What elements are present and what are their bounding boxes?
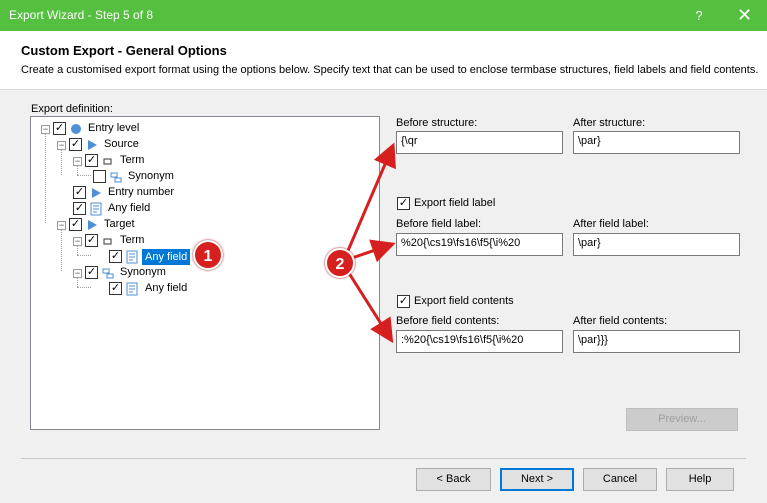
checkbox[interactable]: ✓ <box>53 122 66 135</box>
export-field-label-checkbox[interactable]: ✓ Export field label <box>397 197 557 211</box>
triangle-icon <box>85 138 99 152</box>
checkbox[interactable]: ✓ <box>397 295 410 308</box>
export-definition-label: Export definition: <box>31 103 113 115</box>
title-bar: Export Wizard - Step 5 of 8 ? ✕ <box>0 0 767 31</box>
checkbox[interactable]: ✓ <box>85 154 98 167</box>
checkbox[interactable]: ✓ <box>85 234 98 247</box>
close-icon[interactable]: ✕ <box>722 0 767 31</box>
before-structure-input[interactable]: {\qr <box>396 131 563 154</box>
after-field-label-input[interactable]: \par} <box>573 233 740 256</box>
annotation-badge-2: 2 <box>325 248 355 278</box>
export-field-contents-checkbox[interactable]: ✓ Export field contents <box>397 295 557 309</box>
checkbox[interactable]: ✓ <box>109 250 122 263</box>
tree-item-label: Target <box>104 218 135 230</box>
tree-item-label: Synonym <box>120 266 166 278</box>
term-icon <box>101 234 115 248</box>
checkbox[interactable]: ✓ <box>69 138 82 151</box>
footer-separator <box>21 458 746 459</box>
collapse-icon[interactable]: − <box>41 125 50 134</box>
checkbox[interactable] <box>93 170 106 183</box>
back-button[interactable]: < Back <box>416 468 491 491</box>
after-field-contents-label: After field contents: <box>573 315 668 327</box>
tree-item-entry-number[interactable]: ✓ Entry number <box>31 185 231 201</box>
tree-item-label-selected: Any field <box>142 249 191 265</box>
collapse-icon[interactable]: − <box>73 237 82 246</box>
field-icon <box>125 282 139 296</box>
before-field-contents-label: Before field contents: <box>396 315 500 327</box>
after-structure-label: After structure: <box>573 117 646 129</box>
checkbox[interactable]: ✓ <box>85 266 98 279</box>
collapse-icon[interactable]: − <box>73 157 82 166</box>
circle-icon <box>69 122 83 136</box>
page-title: Custom Export - General Options <box>21 43 227 58</box>
triangle-icon <box>89 186 103 200</box>
tree-item-entry-level[interactable]: − ✓ Entry level <box>31 121 231 137</box>
tree-item-label: Term <box>120 154 145 166</box>
collapse-icon[interactable]: − <box>57 141 66 150</box>
wizard-header: Custom Export - General Options Create a… <box>0 31 767 90</box>
cancel-button[interactable]: Cancel <box>583 468 657 491</box>
help-button[interactable]: Help <box>666 468 734 491</box>
after-field-contents-input[interactable]: \par}}} <box>573 330 740 353</box>
tree-item-any-field[interactable]: ✓ Any field <box>31 201 231 217</box>
checkbox[interactable]: ✓ <box>109 282 122 295</box>
checkbox-label: Export field contents <box>414 295 514 307</box>
tree-item-label: Source <box>104 138 139 150</box>
checkbox[interactable]: ✓ <box>397 197 410 210</box>
after-structure-input[interactable]: \par} <box>573 131 740 154</box>
checkbox[interactable]: ✓ <box>73 186 86 199</box>
tree-item-target-synonym-any-field[interactable]: ✓ Any field <box>31 281 231 297</box>
tree-item-source[interactable]: − ✓ Source <box>31 137 231 153</box>
checkbox[interactable]: ✓ <box>69 218 82 231</box>
tree-item-target[interactable]: − ✓ Target <box>31 217 231 233</box>
tree-item-synonym[interactable]: Synonym <box>31 169 231 185</box>
before-field-label-label: Before field label: <box>396 218 481 230</box>
checkbox-label: Export field label <box>414 197 496 209</box>
tree-item-label: Entry level <box>88 122 140 134</box>
next-button[interactable]: Next > <box>500 468 574 491</box>
collapse-icon[interactable]: − <box>57 221 66 230</box>
synonym-icon <box>109 170 123 184</box>
checkbox[interactable]: ✓ <box>73 202 86 215</box>
term-icon <box>101 154 115 168</box>
tree-item-label: Synonym <box>128 170 174 182</box>
field-icon <box>89 202 103 216</box>
window-title: Export Wizard - Step 5 of 8 <box>9 8 154 22</box>
tree-item-label: Any field <box>145 282 188 294</box>
after-field-label-label: After field label: <box>573 218 649 230</box>
tree-item-term[interactable]: − ✓ Term <box>31 153 231 169</box>
field-icon <box>125 250 139 264</box>
annotation-badge-1: 1 <box>193 240 223 270</box>
before-structure-label: Before structure: <box>396 117 478 129</box>
before-field-contents-input[interactable]: :%20{\cs19\fs16\f5{\i%20 <box>396 330 563 353</box>
collapse-icon[interactable]: − <box>73 269 82 278</box>
help-icon[interactable]: ? <box>676 0 722 31</box>
tree-item-label: Any field <box>108 202 151 214</box>
page-description: Create a customised export format using … <box>21 64 759 76</box>
tree-item-label: Entry number <box>108 186 175 198</box>
synonym-icon <box>101 266 115 280</box>
triangle-icon <box>85 218 99 232</box>
preview-button[interactable]: Preview... <box>626 408 738 431</box>
tree-item-label: Term <box>120 234 145 246</box>
export-definition-tree[interactable]: − ✓ Entry level − ✓ Source − ✓ Term Syno… <box>30 116 380 430</box>
before-field-label-input[interactable]: %20{\cs19\fs16\f5{\i%20 <box>396 233 563 256</box>
